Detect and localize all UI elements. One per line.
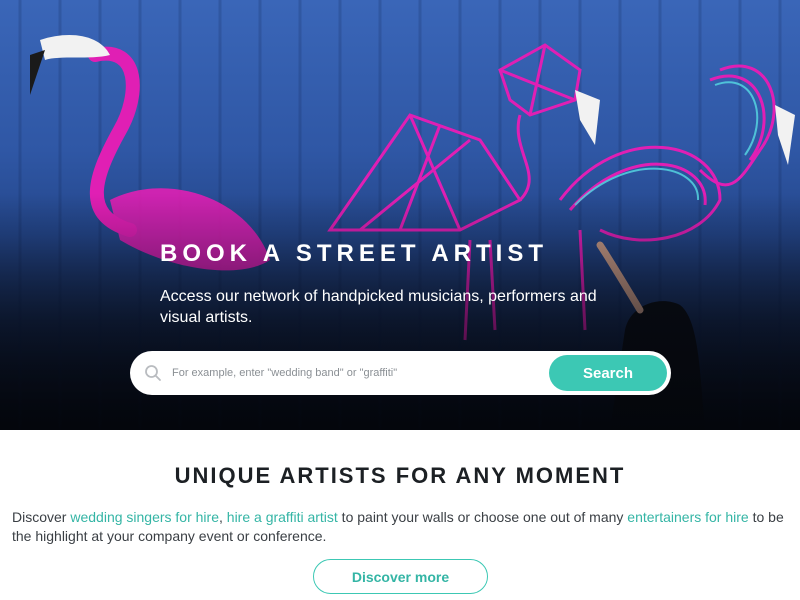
section-text-part: to paint your walls or choose one out of… [337, 509, 628, 525]
discover-more-button[interactable]: Discover more [313, 559, 488, 594]
search-icon [145, 365, 161, 381]
wedding-singers-link[interactable]: wedding singers for hire [70, 509, 219, 525]
search-bar: Search [130, 351, 671, 395]
hero-banner: BOOK A STREET ARTIST Access our network … [0, 0, 800, 430]
search-button[interactable]: Search [549, 355, 667, 391]
search-input[interactable] [172, 359, 542, 387]
hero-title: BOOK A STREET ARTIST [160, 240, 548, 267]
graffiti-artist-link[interactable]: hire a graffiti artist [227, 509, 338, 525]
section-description: Discover wedding singers for hire, hire … [12, 508, 794, 546]
section-text-part: , [219, 509, 227, 525]
section-text-part: Discover [12, 509, 71, 525]
entertainers-link[interactable]: entertainers for hire [627, 509, 748, 525]
hero-subtitle: Access our network of handpicked musicia… [160, 288, 597, 326]
section-title: UNIQUE ARTISTS FOR ANY MOMENT [174, 463, 626, 488]
